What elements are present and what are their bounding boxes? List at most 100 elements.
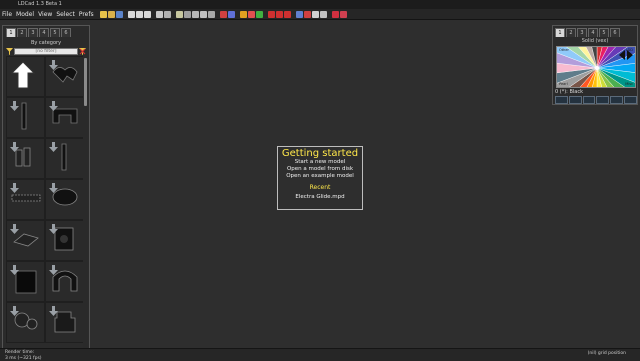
parts-tab-2[interactable]: 2 (17, 28, 27, 37)
part-thumbnail[interactable] (6, 302, 45, 343)
color-bin-tabs: 123456 (555, 28, 637, 37)
menu-prefs[interactable]: Prefs (77, 9, 96, 20)
menu-view[interactable]: View (36, 9, 54, 20)
clear-filter-icon[interactable] (79, 48, 86, 55)
part-thumbnail[interactable] (6, 261, 45, 302)
color-tab-2[interactable]: 2 (566, 28, 576, 37)
expand-down-arrow-icon[interactable] (10, 306, 19, 316)
recent-file-link[interactable]: Electra Glide.mpd (278, 194, 362, 200)
color-picker-icon[interactable] (219, 10, 227, 18)
parts-tab-4[interactable]: 4 (39, 28, 49, 37)
parts-scrollbar[interactable] (83, 56, 88, 348)
expand-down-arrow-icon[interactable] (10, 265, 19, 275)
copy-icon[interactable] (143, 10, 151, 18)
move-x-icon[interactable] (239, 10, 247, 18)
menu-select[interactable]: Select (54, 9, 77, 20)
expand-down-arrow-icon[interactable] (49, 142, 58, 152)
parts-tab-5[interactable]: 5 (50, 28, 60, 37)
recent-colors-row (555, 96, 637, 104)
rotate-x-icon[interactable] (267, 10, 275, 18)
move-z-icon[interactable] (255, 10, 263, 18)
wheel-nav-arrows-icon[interactable] (619, 50, 633, 60)
save-file-icon[interactable] (115, 10, 123, 18)
new-file-icon[interactable] (99, 10, 107, 18)
menu-file[interactable]: File (0, 9, 14, 20)
expand-down-arrow-icon[interactable] (49, 224, 58, 234)
grid-icon[interactable] (191, 10, 199, 18)
filter-icon[interactable] (6, 48, 13, 55)
expand-down-arrow-icon[interactable] (49, 60, 58, 70)
part-thumbnail[interactable] (45, 261, 84, 302)
expand-down-arrow-icon[interactable] (49, 183, 58, 193)
part-thumbnail[interactable] (45, 138, 84, 179)
rotate-y-icon[interactable] (275, 10, 283, 18)
part-thumbnail[interactable] (45, 179, 84, 220)
filter-input[interactable]: [no filter] (14, 48, 78, 55)
select-icon[interactable] (155, 10, 163, 18)
expand-down-arrow-icon[interactable] (49, 306, 58, 316)
fit-icon[interactable] (319, 10, 327, 18)
rotate-icon[interactable] (311, 10, 319, 18)
pivot-icon[interactable] (295, 10, 303, 18)
selected-color-label: 0 (*): Black (555, 89, 583, 95)
expand-down-arrow-icon[interactable] (10, 101, 19, 111)
rotate-z-icon[interactable] (283, 10, 291, 18)
start-new-model-link[interactable]: Start a new model (278, 159, 362, 166)
color-tab-4[interactable]: 4 (588, 28, 598, 37)
color-swatch[interactable] (582, 96, 596, 104)
menu-model[interactable]: Model (14, 9, 36, 20)
scroll-thumb[interactable] (84, 58, 87, 106)
color-tab-3[interactable]: 3 (577, 28, 587, 37)
open-file-icon[interactable] (107, 10, 115, 18)
open-example-link[interactable]: Open an example model (278, 173, 362, 180)
color-swatch[interactable] (596, 96, 610, 104)
camera-icon[interactable] (207, 10, 215, 18)
part-thumbnail[interactable] (45, 302, 84, 343)
corner-label-bl[interactable]: Pearl (559, 82, 568, 86)
part-thumbnail[interactable] (45, 56, 84, 97)
part-thumbnail[interactable] (45, 220, 84, 261)
color-tab-6[interactable]: 6 (610, 28, 620, 37)
filter-row: [no filter] (6, 48, 86, 56)
brick-icon[interactable] (227, 10, 235, 18)
color-tab-1[interactable]: 1 (555, 28, 565, 37)
target-icon[interactable] (303, 10, 311, 18)
parts-tab-6[interactable]: 6 (61, 28, 71, 37)
color-swatch[interactable] (555, 96, 568, 104)
color-swatch[interactable] (624, 96, 637, 104)
part-thumbnail[interactable] (6, 179, 45, 220)
corner-label-br[interactable]: Misc (625, 82, 633, 86)
part-thumbnail[interactable] (6, 56, 45, 97)
expand-down-arrow-icon[interactable] (10, 142, 19, 152)
render-time: Render time: 3 ms (~321 fps) (5, 350, 42, 361)
color-swatch[interactable] (610, 96, 624, 104)
color-swatch[interactable] (568, 96, 582, 104)
color-tab-5[interactable]: 5 (599, 28, 609, 37)
color-group-label: Solid (vex) (581, 38, 609, 44)
expand-down-arrow-icon[interactable] (49, 265, 58, 275)
part-thumbnail[interactable] (45, 97, 84, 138)
move-y-icon[interactable] (247, 10, 255, 18)
expand-down-arrow-icon[interactable] (10, 224, 19, 234)
group-icon[interactable] (163, 10, 171, 18)
snap-icon[interactable] (183, 10, 191, 18)
part-thumbnail[interactable] (6, 220, 45, 261)
expand-down-arrow-icon[interactable] (10, 183, 19, 193)
redo-icon[interactable] (135, 10, 143, 18)
view-icon[interactable] (199, 10, 207, 18)
heart-icon[interactable] (339, 10, 347, 18)
parts-tab-3[interactable]: 3 (28, 28, 38, 37)
grid-position: (nil) grid position (587, 351, 626, 356)
part-thumbnail[interactable] (6, 138, 45, 179)
corner-label-tl[interactable]: Other (559, 48, 569, 52)
parts-tab-1[interactable]: 1 (6, 28, 16, 37)
category-label: By category (30, 40, 62, 46)
expand-down-arrow-icon[interactable] (49, 101, 58, 111)
undo-icon[interactable] (127, 10, 135, 18)
part-thumbnail[interactable] (6, 97, 45, 138)
flag-icon[interactable] (331, 10, 339, 18)
edit-mode-icon[interactable] (175, 10, 183, 18)
open-model-link[interactable]: Open a model from disk (278, 166, 362, 173)
color-wheel[interactable]: Other LDD Pearl Misc (556, 46, 636, 88)
getting-started-title: Getting started (281, 148, 359, 159)
